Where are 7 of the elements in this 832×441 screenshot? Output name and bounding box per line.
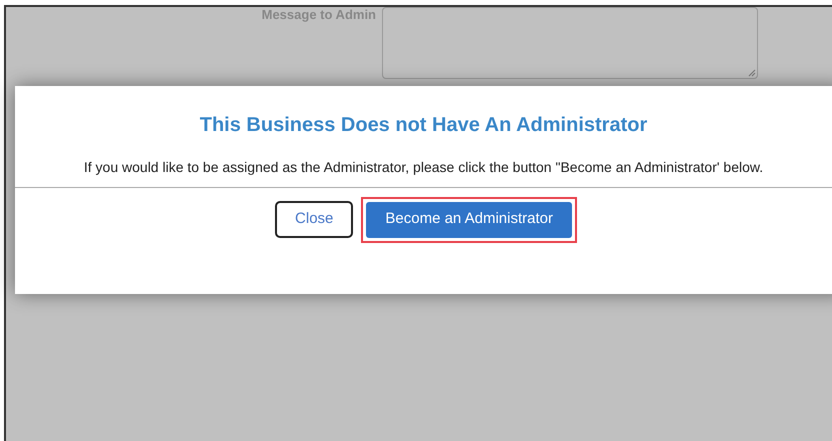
- field-label: Message to Admin: [260, 7, 376, 24]
- message-textarea[interactable]: [382, 7, 758, 79]
- become-administrator-button[interactable]: Become an Administrator: [366, 202, 572, 238]
- resize-grip-icon[interactable]: [748, 69, 756, 77]
- dialog-message: If you would like to be assigned as the Administrator, please click the button "Become an Administrator' below.: [84, 159, 764, 175]
- close-button[interactable]: Close: [275, 201, 354, 238]
- dialog-title: This Business Does not Have An Administrator: [200, 113, 648, 137]
